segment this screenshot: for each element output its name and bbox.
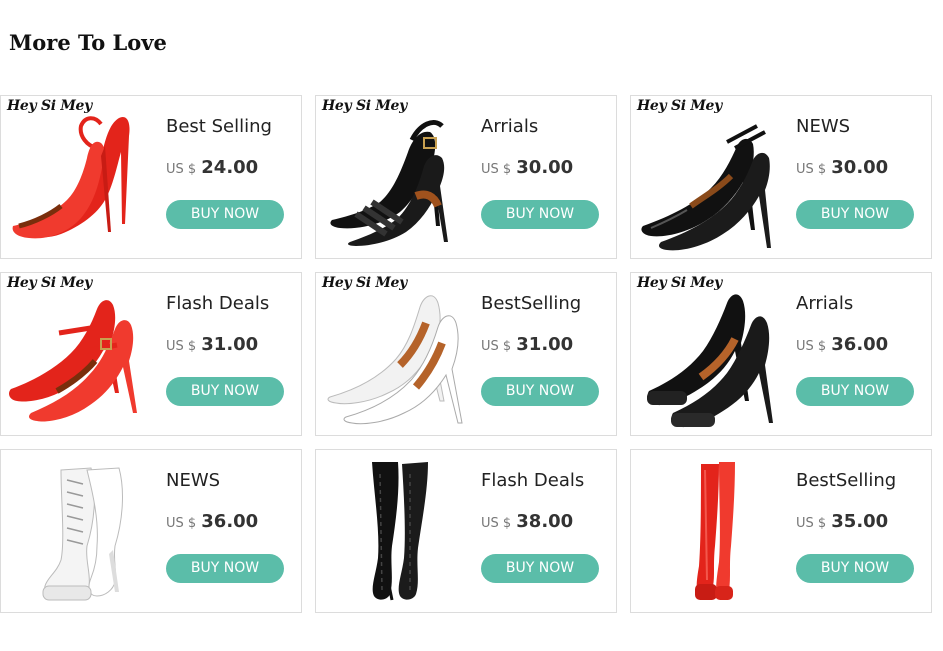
- product-image[interactable]: Hey Si Mey: [631, 96, 791, 258]
- brand-logo: Hey Si Mey: [7, 275, 92, 291]
- price-currency: US $: [796, 162, 827, 177]
- price-currency: US $: [481, 339, 512, 354]
- product-price: US $ 36.00: [166, 511, 258, 532]
- buy-now-button[interactable]: BUY NOW: [166, 377, 284, 406]
- product-title[interactable]: Arrials: [796, 293, 853, 314]
- section-title: More To Love: [9, 30, 167, 55]
- product-title[interactable]: Best Selling: [166, 116, 272, 137]
- product-image[interactable]: [631, 450, 791, 612]
- buy-now-button[interactable]: BUY NOW: [166, 554, 284, 583]
- product-image[interactable]: Hey Si Mey: [631, 273, 791, 435]
- black-ankle-strap-pump-icon: [641, 124, 771, 251]
- price-amount: 30.00: [516, 157, 574, 178]
- product-price: US $ 31.00: [166, 334, 258, 355]
- black-platform-pump-icon: [647, 294, 773, 428]
- product-title[interactable]: Flash Deals: [481, 470, 584, 491]
- product-image[interactable]: Hey Si Mey: [316, 273, 476, 435]
- product-card[interactable]: Hey Si Mey Best Selling US $ 24.00 BUY N…: [0, 95, 302, 259]
- price-amount: 31.00: [516, 334, 574, 355]
- product-title[interactable]: Arrials: [481, 116, 538, 137]
- product-price: US $ 24.00: [166, 157, 258, 178]
- red-slingback-sandal-icon: [12, 116, 130, 239]
- price-currency: US $: [481, 162, 512, 177]
- product-card[interactable]: Hey Si Mey Arrials US $ 30.00 BUY NOW: [315, 95, 617, 259]
- price-currency: US $: [796, 339, 827, 354]
- red-over-knee-platform-boot-icon: [695, 462, 735, 600]
- price-currency: US $: [166, 516, 197, 531]
- black-strappy-sandal-icon: [330, 120, 448, 246]
- buy-now-button[interactable]: BUY NOW: [481, 377, 599, 406]
- product-card[interactable]: Hey Si Mey NEWS US $ 30.00 BUY NOW: [630, 95, 932, 259]
- product-title[interactable]: NEWS: [796, 116, 850, 137]
- price-amount: 36.00: [201, 511, 259, 532]
- price-amount: 24.00: [201, 157, 259, 178]
- price-amount: 36.00: [831, 334, 889, 355]
- price-amount: 35.00: [831, 511, 889, 532]
- product-grid: Hey Si Mey Best Selling US $ 24.00 BUY N…: [0, 95, 943, 620]
- product-price: US $ 35.00: [796, 511, 888, 532]
- brand-logo: Hey Si Mey: [322, 98, 407, 114]
- price-currency: US $: [166, 162, 197, 177]
- price-amount: 31.00: [201, 334, 259, 355]
- buy-now-button[interactable]: BUY NOW: [481, 200, 599, 229]
- buy-now-button[interactable]: BUY NOW: [796, 200, 914, 229]
- product-title[interactable]: Flash Deals: [166, 293, 269, 314]
- white-pointed-pump-icon: [327, 295, 463, 425]
- black-thigh-high-boot-icon: [372, 462, 428, 601]
- product-title[interactable]: NEWS: [166, 470, 220, 491]
- brand-logo: Hey Si Mey: [7, 98, 92, 114]
- price-currency: US $: [796, 516, 827, 531]
- red-mary-jane-pump-icon: [9, 300, 137, 422]
- product-card[interactable]: Hey Si Mey BestSelling US $ 31.00 BUY NO…: [315, 272, 617, 436]
- price-currency: US $: [166, 339, 197, 354]
- buy-now-button[interactable]: BUY NOW: [481, 554, 599, 583]
- product-price: US $ 30.00: [796, 157, 888, 178]
- buy-now-button[interactable]: BUY NOW: [796, 554, 914, 583]
- product-price: US $ 31.00: [481, 334, 573, 355]
- price-currency: US $: [481, 516, 512, 531]
- product-card[interactable]: Flash Deals US $ 38.00 BUY NOW: [315, 449, 617, 613]
- price-amount: 30.00: [831, 157, 889, 178]
- brand-logo: Hey Si Mey: [637, 98, 722, 114]
- product-card[interactable]: Hey Si Mey Arrials US $ 36.00 BUY NOW: [630, 272, 932, 436]
- product-price: US $ 38.00: [481, 511, 573, 532]
- white-lace-up-platform-boot-icon: [42, 467, 123, 601]
- product-image[interactable]: [316, 450, 476, 612]
- brand-logo: Hey Si Mey: [637, 275, 722, 291]
- buy-now-button[interactable]: BUY NOW: [166, 200, 284, 229]
- product-image[interactable]: Hey Si Mey: [316, 96, 476, 258]
- product-price: US $ 36.00: [796, 334, 888, 355]
- product-price: US $ 30.00: [481, 157, 573, 178]
- product-card[interactable]: BestSelling US $ 35.00 BUY NOW: [630, 449, 932, 613]
- price-amount: 38.00: [516, 511, 574, 532]
- buy-now-button[interactable]: BUY NOW: [796, 377, 914, 406]
- brand-logo: Hey Si Mey: [322, 275, 407, 291]
- product-image[interactable]: Hey Si Mey: [1, 96, 161, 258]
- product-card[interactable]: Hey Si Mey Flash Deals US $ 31.00 BUY NO…: [0, 272, 302, 436]
- product-image[interactable]: Hey Si Mey: [1, 273, 161, 435]
- product-image[interactable]: [1, 450, 161, 612]
- product-title[interactable]: BestSelling: [481, 293, 581, 314]
- product-title[interactable]: BestSelling: [796, 470, 896, 491]
- product-card[interactable]: NEWS US $ 36.00 BUY NOW: [0, 449, 302, 613]
